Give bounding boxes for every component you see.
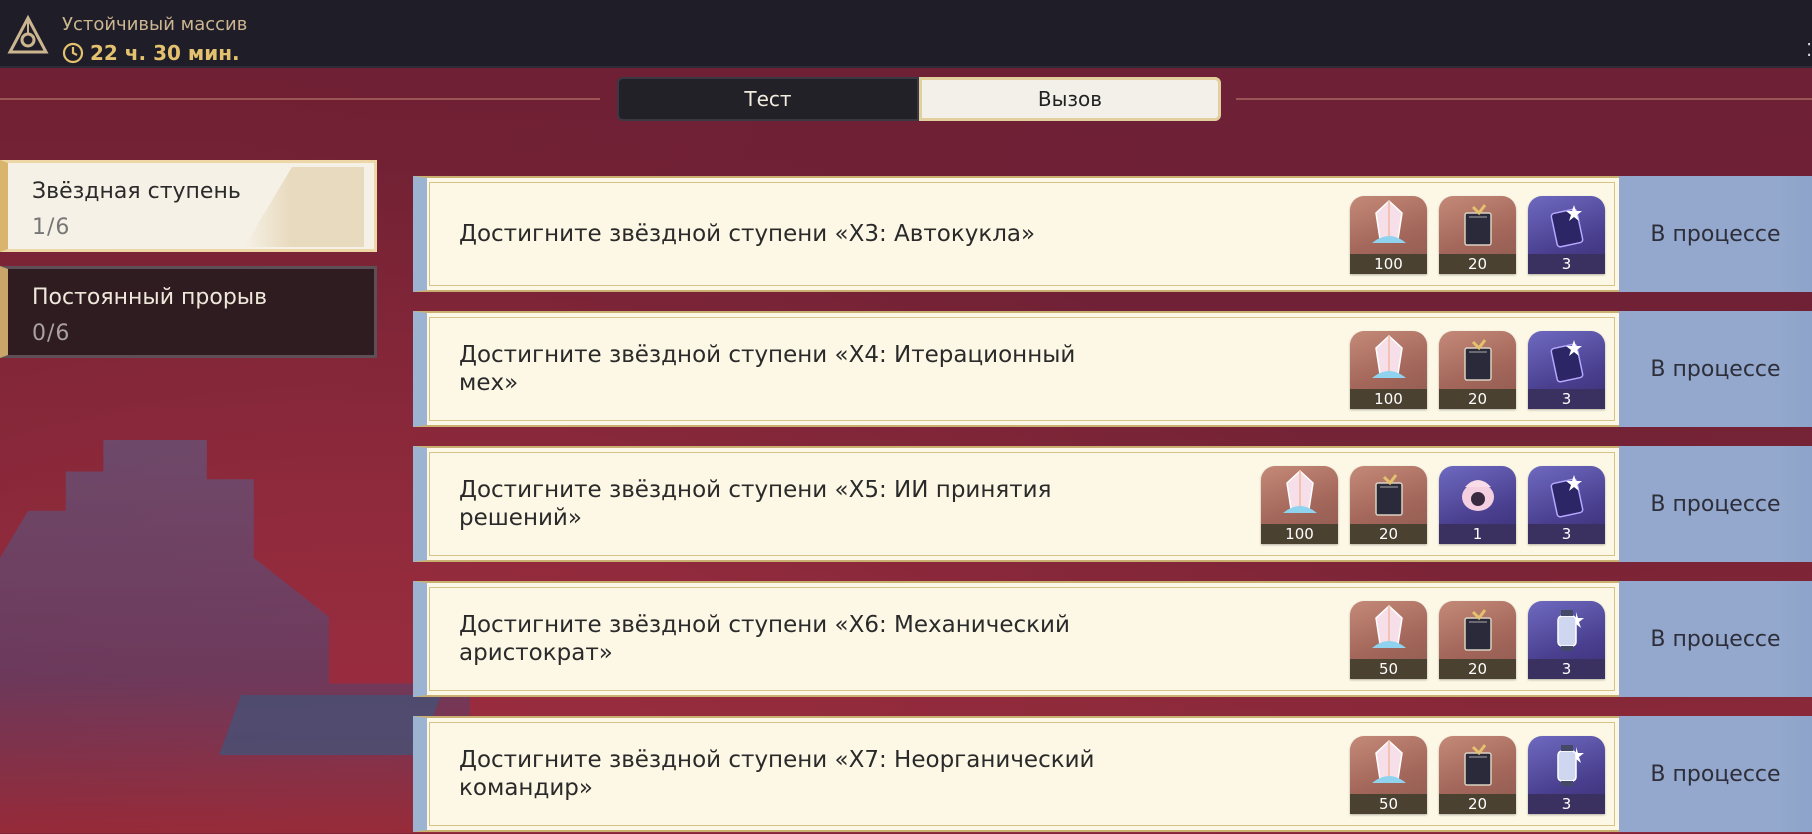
reward-quantity: 3 — [1528, 794, 1605, 814]
reward-item[interactable]: 3 — [1528, 601, 1605, 679]
reward-quantity: 100 — [1350, 254, 1427, 274]
sidebar-item-star-step[interactable]: Звёздная ступень 1/6 — [0, 160, 377, 252]
reward-quantity: 3 — [1528, 659, 1605, 679]
reward-item[interactable]: 20 — [1439, 736, 1516, 814]
reward-list: 50 20 3 — [1350, 736, 1605, 814]
task-card: Достигните звёздной ступени «X5: ИИ прин… — [413, 446, 1619, 562]
reward-list: 50 20 3 — [1350, 601, 1605, 679]
clock-icon — [62, 42, 84, 64]
book-icon — [1439, 196, 1516, 254]
book-icon — [1439, 601, 1516, 659]
status-decoration — [1778, 176, 1812, 292]
task-card: Достигните звёздной ступени «X4: Итераци… — [413, 311, 1619, 427]
task-row[interactable]: Достигните звёздной ступени «X7: Неорган… — [413, 716, 1812, 834]
task-row[interactable]: Достигните звёздной ступени «X5: ИИ прин… — [413, 446, 1812, 564]
reward-quantity: 3 — [1528, 389, 1605, 409]
event-timer: 22 ч. 30 мин. — [62, 41, 240, 65]
tab-challenge[interactable]: Вызов — [919, 77, 1221, 121]
task-card: Достигните звёздной ступени «X3: Автокук… — [413, 176, 1619, 292]
crystal-icon — [1350, 601, 1427, 659]
sidebar-item-progress: 0/6 — [32, 321, 71, 346]
crystal-icon — [1350, 196, 1427, 254]
crystal-icon — [1350, 736, 1427, 794]
reward-quantity: 20 — [1439, 794, 1516, 814]
reward-quantity: 1 — [1439, 524, 1516, 544]
timer-text: 22 ч. 30 мин. — [90, 41, 240, 65]
task-description: Достигните звёздной ступени «X3: Автокук… — [459, 221, 1036, 247]
reward-item[interactable]: 50 — [1350, 736, 1427, 814]
reward-item[interactable]: 20 — [1350, 466, 1427, 544]
book-icon — [1439, 736, 1516, 794]
top-bar: Устойчивый массив 22 ч. 30 мин. ⁚ — [0, 0, 1812, 68]
sidebar-item-label: Звёздная ступень — [32, 179, 241, 204]
reward-quantity: 3 — [1528, 524, 1605, 544]
menu-dots-icon[interactable]: ⁚ — [1806, 40, 1812, 61]
sidebar-item-permanent-breakthrough[interactable]: Постоянный прорыв 0/6 — [0, 266, 377, 358]
background-roof — [219, 695, 441, 755]
book-icon — [1439, 331, 1516, 389]
reward-item[interactable]: 100 — [1350, 196, 1427, 274]
reward-item[interactable]: 1 — [1439, 466, 1516, 544]
reward-item[interactable]: 20 — [1439, 331, 1516, 409]
task-card: Достигните звёздной ступени «X7: Неорган… — [413, 716, 1619, 832]
reward-item[interactable]: 3 — [1528, 466, 1605, 544]
reward-item[interactable]: 3 — [1528, 331, 1605, 409]
crystal-icon — [1350, 331, 1427, 389]
reward-quantity: 100 — [1350, 389, 1427, 409]
reward-list: 100 20 3 — [1350, 331, 1605, 409]
task-description: Достигните звёздной ступени «X7: Неорган… — [459, 747, 1095, 801]
reward-item[interactable]: 20 — [1439, 601, 1516, 679]
book-icon — [1350, 466, 1427, 524]
reward-quantity: 20 — [1350, 524, 1427, 544]
task-description: Достигните звёздной ступени «X4: Итераци… — [459, 342, 1076, 396]
sidebar-item-decoration — [244, 167, 364, 247]
tabs-divider-left — [0, 98, 600, 100]
star-card-icon — [1528, 331, 1605, 389]
reward-quantity: 50 — [1350, 659, 1427, 679]
reward-quantity: 20 — [1439, 389, 1516, 409]
reward-list: 100 20 3 — [1350, 196, 1605, 274]
status-decoration — [1778, 716, 1812, 832]
sidebar-item-progress: 1/6 — [32, 215, 71, 240]
status-decoration — [1778, 446, 1812, 562]
event-title: Устойчивый массив — [62, 14, 248, 35]
reward-item[interactable]: 3 — [1528, 736, 1605, 814]
task-card: Достигните звёздной ступени «X6: Механич… — [413, 581, 1619, 697]
task-description: Достигните звёздной ступени «X6: Механич… — [459, 612, 1070, 666]
reward-item[interactable]: 50 — [1350, 601, 1427, 679]
crystal-icon — [1261, 466, 1338, 524]
task-row[interactable]: Достигните звёздной ступени «X6: Механич… — [413, 581, 1812, 699]
reward-quantity: 3 — [1528, 254, 1605, 274]
reward-quantity: 20 — [1439, 659, 1516, 679]
task-description: Достигните звёздной ступени «X5: ИИ прин… — [459, 477, 1052, 531]
status-decoration — [1778, 311, 1812, 427]
reward-quantity: 50 — [1350, 794, 1427, 814]
reward-quantity: 20 — [1439, 254, 1516, 274]
pink-orb-icon — [1439, 466, 1516, 524]
star-card-icon — [1528, 466, 1605, 524]
lantern-icon — [1528, 736, 1605, 794]
tab-test[interactable]: Тест — [617, 77, 919, 121]
reward-list: 100 20 1 3 — [1261, 466, 1605, 544]
reward-quantity: 100 — [1261, 524, 1338, 544]
task-row[interactable]: Достигните звёздной ступени «X3: Автокук… — [413, 176, 1812, 294]
reward-item[interactable]: 3 — [1528, 196, 1605, 274]
sidebar-item-label: Постоянный прорыв — [32, 285, 268, 310]
emblem-icon — [7, 14, 49, 54]
task-row[interactable]: Достигните звёздной ступени «X4: Итераци… — [413, 311, 1812, 429]
reward-item[interactable]: 100 — [1350, 331, 1427, 409]
reward-item[interactable]: 20 — [1439, 196, 1516, 274]
star-card-icon — [1528, 196, 1605, 254]
lantern-icon — [1528, 601, 1605, 659]
tabs-divider-right — [1236, 98, 1812, 100]
reward-item[interactable]: 100 — [1261, 466, 1338, 544]
status-decoration — [1778, 581, 1812, 697]
